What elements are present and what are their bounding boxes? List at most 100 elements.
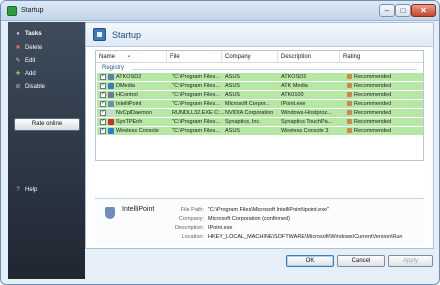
cell-rating: Recommended — [347, 91, 419, 99]
details-value-location: HKEY_LOCAL_MACHINE\SOFTWARE\Microsoft\Wi… — [208, 234, 403, 240]
cell-name: NvCplDaemon — [116, 110, 152, 116]
row-checkbox[interactable] — [100, 100, 106, 107]
group-label-registry: Registry — [102, 65, 125, 71]
program-icon — [108, 119, 114, 125]
cell-file: "C:\Program Files... — [172, 128, 220, 134]
minimize-button[interactable]: – — [379, 4, 395, 17]
table-row[interactable]: Wireless Console "C:\Program Files... ASUS… — [97, 127, 423, 135]
sidebar-item-add[interactable]: ✚ Add — [14, 68, 35, 80]
rating-icon — [347, 110, 352, 115]
details-name: IntelliPoint — [122, 206, 155, 213]
startup-header-icon — [93, 28, 106, 41]
add-icon: ✚ — [15, 71, 21, 77]
maximize-button[interactable]: □ — [395, 4, 411, 17]
cell-rating: Recommended — [347, 82, 419, 90]
rating-label: Recommended — [354, 119, 392, 125]
title-bar[interactable]: Startup – □ ✕ — [1, 1, 439, 21]
column-header-company[interactable]: Company — [222, 51, 278, 63]
sidebar-item-label: Edit — [25, 58, 36, 64]
cell-rating: Recommended — [347, 109, 419, 117]
table-row[interactable]: SynTPEnh "C:\Program Files... Synaptics, I… — [97, 118, 423, 126]
row-checkbox[interactable] — [100, 127, 106, 134]
table-row[interactable]: HControl "C:\Program Files... ASUS ATK0100 R… — [97, 91, 423, 99]
column-header-label: Rating — [343, 54, 361, 60]
cell-name: Wireless Console — [116, 128, 159, 134]
program-icon — [108, 110, 114, 116]
program-icon — [108, 92, 114, 98]
program-icon — [108, 83, 114, 89]
details-value-file-path: "C:\Program Files\Microsoft IntelliPoint… — [208, 207, 329, 213]
sidebar-item-label: Disable — [25, 84, 46, 90]
rating-label: Recommended — [354, 110, 392, 116]
cell-company: ASUS — [225, 74, 240, 80]
sidebar-item-delete[interactable]: ✖ Delete — [14, 42, 42, 54]
cell-file: "C:\Program Files... — [172, 119, 220, 125]
details-label: File Path: — [180, 207, 204, 213]
table-row[interactable]: DMedia "C:\Program Files... ASUS ATK Media R… — [97, 82, 423, 90]
cell-description: Windows-Hostproz... — [281, 110, 332, 116]
cell-company: Synaptics, Inc. — [225, 119, 261, 125]
cell-description: ATKOSD2 — [281, 74, 307, 80]
rate-online-button[interactable]: Rate online — [14, 118, 80, 131]
rating-icon — [347, 74, 352, 79]
column-header-label: Company — [225, 54, 251, 60]
page-title: Startup — [112, 30, 142, 40]
row-checkbox[interactable] — [100, 73, 106, 80]
sidebar: ● Tasks ✖ Delete ✎ Edit ✚ Add ⊘ Disable Rate … — [8, 22, 85, 279]
details-value-company: Microsoft Corporation (confirmed) — [208, 216, 290, 222]
sidebar-item-label: Delete — [25, 45, 43, 51]
column-header-name[interactable]: Name ▲ — [96, 51, 167, 63]
bullet-icon: ● — [16, 31, 20, 37]
apply-button[interactable]: Apply — [388, 255, 433, 267]
table-row[interactable]: IntelliPoint "C:\Program Files... Microsof… — [97, 100, 423, 108]
sidebar-item-edit[interactable]: ✎ Edit — [14, 55, 35, 67]
row-checkbox[interactable] — [100, 91, 106, 98]
rating-label: Recommended — [354, 92, 392, 98]
cell-name: SynTPEnh — [116, 119, 143, 125]
rating-label: Recommended — [354, 128, 392, 134]
rating-label: Recommended — [354, 74, 392, 80]
disable-icon: ⊘ — [15, 84, 21, 90]
group-divider — [132, 69, 417, 70]
cell-file: "C:\Program Files... — [172, 101, 220, 107]
column-header-rating[interactable]: Rating — [340, 51, 423, 63]
details-label: Company: — [178, 216, 204, 222]
ok-button[interactable]: OK — [286, 255, 334, 267]
rating-icon — [347, 101, 352, 106]
column-header-file[interactable]: File — [167, 51, 222, 63]
details-label: Location: — [181, 234, 204, 240]
cell-description: Wireless Console 3 — [281, 128, 329, 134]
cell-description: Synaptics TouchPa... — [281, 119, 333, 125]
row-checkbox[interactable] — [100, 109, 106, 116]
cell-company: ASUS — [225, 128, 240, 134]
program-icon — [108, 101, 114, 107]
rating-label: Recommended — [354, 101, 392, 107]
table-row[interactable]: NvCplDaemon RUNDLL32.EXE C:...NVIDIA Corp… — [97, 109, 423, 117]
cell-rating: Recommended — [347, 127, 419, 135]
cell-description: ATK Media — [281, 83, 308, 89]
cell-file: "C:\Program Files... — [172, 74, 220, 80]
help-icon: ? — [16, 187, 20, 193]
cell-file: RUNDLL32.EXE C:... — [172, 110, 225, 116]
close-button[interactable]: ✕ — [411, 4, 436, 17]
sidebar-item-disable[interactable]: ⊘ Disable — [14, 81, 45, 93]
cell-company: ASUS — [225, 92, 240, 98]
cell-description: IPoint.exe — [281, 101, 306, 107]
column-header-label: File — [170, 54, 180, 60]
table-row[interactable]: ATKOSD2 "C:\Program Files... ASUS ATKOSD2 Re… — [97, 73, 423, 81]
rating-icon — [347, 83, 352, 88]
row-checkbox[interactable] — [100, 82, 106, 89]
column-header-description[interactable]: Description — [278, 51, 340, 63]
cancel-button[interactable]: Cancel — [337, 255, 385, 267]
cell-file: "C:\Program Files... — [172, 83, 220, 89]
startup-app-icon — [7, 6, 17, 16]
cell-name: HControl — [116, 92, 138, 98]
cell-company: Microsoft Corpor... — [225, 101, 270, 107]
program-icon — [108, 74, 114, 80]
row-checkbox[interactable] — [100, 118, 106, 125]
cell-rating: Recommended — [347, 73, 419, 81]
sort-ascending-icon: ▲ — [127, 53, 131, 58]
intellipoint-icon — [105, 207, 115, 219]
startup-window: Startup – □ ✕ ● Tasks ✖ Delete ✎ Edit ✚ Add … — [0, 0, 440, 285]
sidebar-item-help[interactable]: ? Help — [14, 184, 37, 196]
